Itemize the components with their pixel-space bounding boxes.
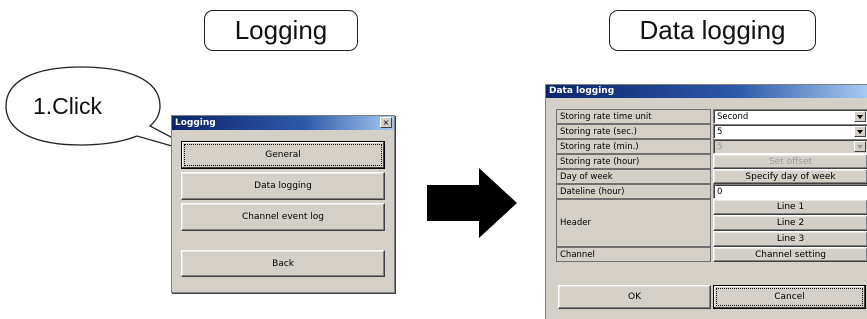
dropdown-arrow-icon (854, 141, 866, 152)
dropdown-arrow-icon[interactable] (854, 126, 866, 137)
callout-label: 1.Click (33, 93, 103, 119)
header-line-2-button[interactable]: Line 2 (713, 215, 867, 231)
close-icon[interactable]: × (380, 117, 392, 128)
dropdown-arrow-icon[interactable] (854, 111, 866, 122)
storing-rate-min-value: 5 (717, 141, 723, 152)
data-logging-window-title: Data logging (549, 86, 615, 96)
storing-rate-sec-label: Storing rate (sec.) (556, 124, 711, 139)
logging-window-title: Logging (175, 118, 216, 128)
storing-rate-min-select: 5 (713, 139, 867, 154)
header-line-3-button[interactable]: Line 3 (713, 231, 867, 247)
data-logging-window: Data logging Storing rate time unit Seco… (545, 84, 867, 319)
back-button[interactable]: Back (181, 250, 385, 277)
storing-rate-sec-value: 5 (717, 126, 723, 137)
storing-rate-unit-value: Second (717, 111, 749, 122)
dateline-input[interactable]: 0 (713, 184, 867, 199)
dateline-label: Dateline (hour) (556, 184, 711, 199)
data-logging-button[interactable]: Data logging (181, 172, 385, 200)
header-label: Header (556, 199, 711, 247)
channel-event-log-button[interactable]: Channel event log (181, 203, 385, 231)
data-logging-title-text: Data logging (639, 15, 786, 45)
set-offset-button: Set offset (713, 154, 867, 169)
logging-title: Logging (204, 10, 358, 51)
general-button[interactable]: General (181, 141, 385, 169)
day-of-week-label: Day of week (556, 169, 711, 184)
logging-window-titlebar: Logging × (172, 116, 394, 130)
right-arrow-icon (427, 168, 517, 238)
data-logging-title: Data logging (609, 10, 816, 51)
logging-window: Logging × General Data logging Channel e… (171, 115, 395, 293)
channel-setting-button[interactable]: Channel setting (713, 247, 867, 262)
header-line-1-button[interactable]: Line 1 (713, 199, 867, 215)
data-logging-window-titlebar: Data logging (546, 85, 867, 98)
specify-day-of-week-button[interactable]: Specify day of week (713, 169, 867, 184)
cancel-button[interactable]: Cancel (713, 285, 866, 309)
storing-rate-unit-label: Storing rate time unit (556, 109, 711, 124)
storing-rate-hour-label: Storing rate (hour) (556, 154, 711, 169)
storing-rate-sec-select[interactable]: 5 (713, 124, 867, 139)
storing-rate-unit-select[interactable]: Second (713, 109, 867, 124)
channel-label: Channel (556, 247, 711, 262)
logging-title-text: Logging (234, 15, 328, 45)
storing-rate-min-label: Storing rate (min.) (556, 139, 711, 154)
ok-button[interactable]: OK (558, 285, 711, 309)
